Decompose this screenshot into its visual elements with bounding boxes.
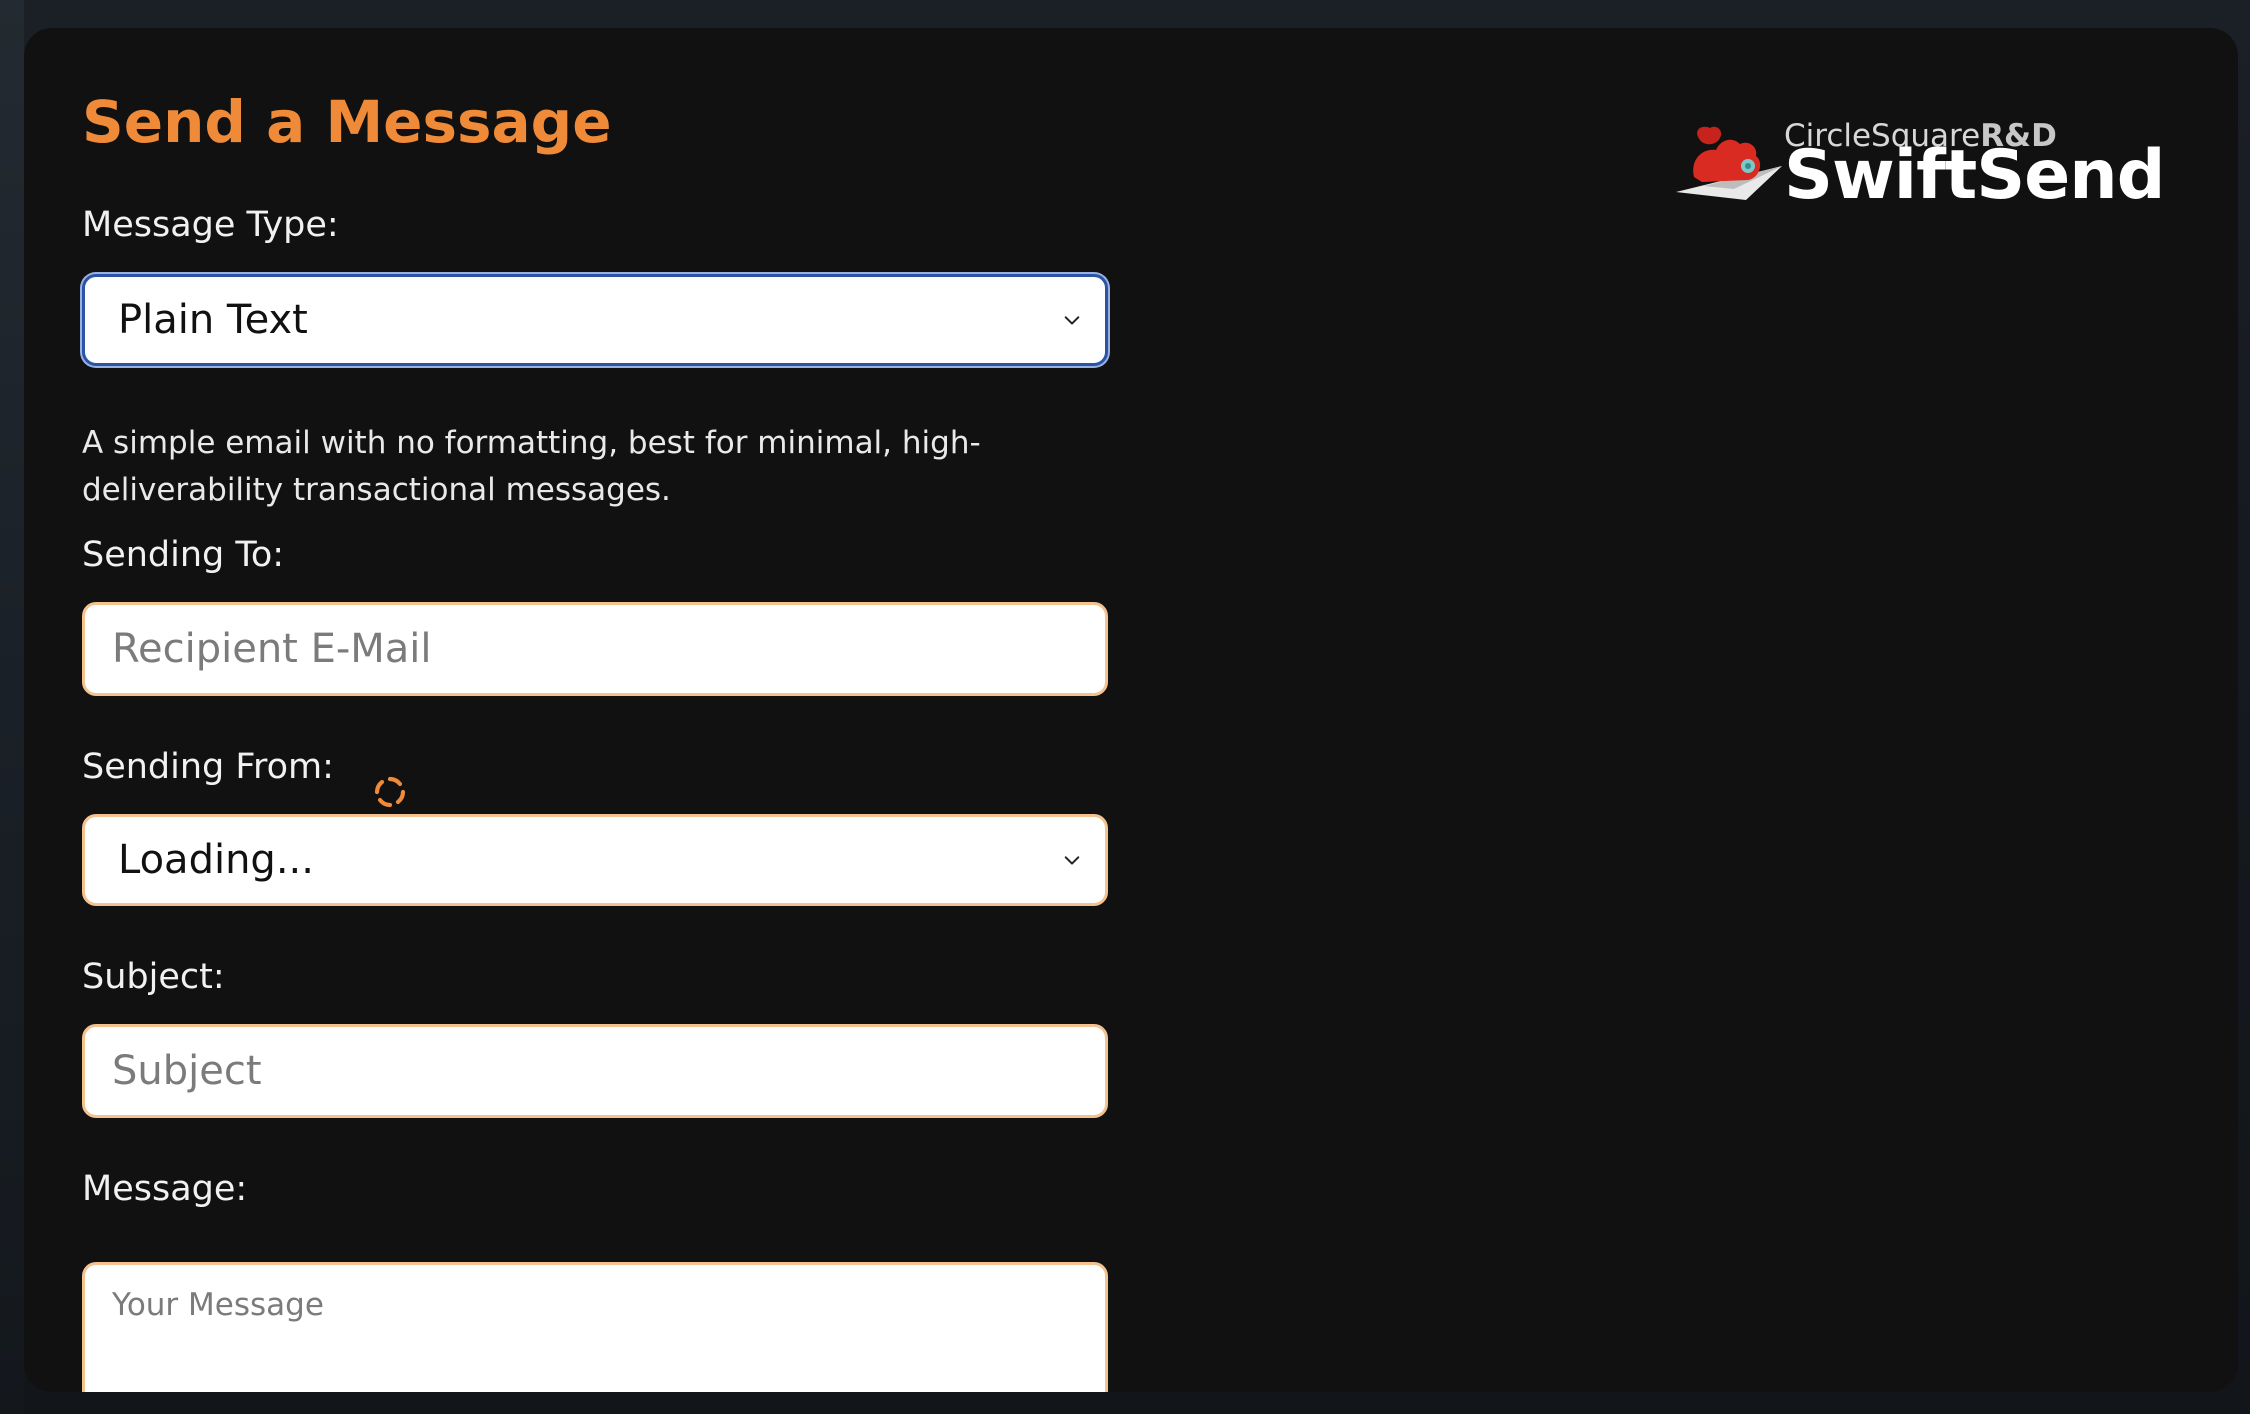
background-strip xyxy=(0,0,24,1414)
sending-to-label: Sending To: xyxy=(82,535,285,575)
message-textarea[interactable]: Your Message xyxy=(82,1262,1108,1392)
sending-from-select[interactable]: Loading... xyxy=(82,814,1108,906)
subject-field[interactable]: Subject xyxy=(82,1024,1108,1118)
recipient-email-field[interactable]: Recipient E-Mail xyxy=(82,602,1108,696)
chevron-down-icon xyxy=(1064,856,1080,865)
message-type-label: Message Type: xyxy=(82,205,339,245)
brand-product-name: SwiftSend xyxy=(1784,136,2165,215)
subject-placeholder: Subject xyxy=(112,1048,262,1094)
page-title: Send a Message xyxy=(82,88,612,156)
squirrel-paper-plane-icon xyxy=(1676,126,1782,200)
subject-label: Subject: xyxy=(82,957,225,997)
message-type-description: A simple email with no formatting, best … xyxy=(82,425,981,508)
message-type-select[interactable]: Plain Text xyxy=(82,274,1108,366)
message-placeholder: Your Message xyxy=(112,1287,324,1323)
send-message-panel: Send a Message CircleSquareR&D SwiftSend… xyxy=(24,28,2238,1392)
chevron-down-icon xyxy=(1064,316,1080,325)
message-type-selected-value: Plain Text xyxy=(118,297,308,343)
brand-logo: CircleSquareR&D SwiftSend xyxy=(1674,116,2219,211)
sending-from-label: Sending From: xyxy=(82,747,334,787)
loading-spinner-icon xyxy=(374,776,406,808)
recipient-email-placeholder: Recipient E-Mail xyxy=(112,626,432,672)
sending-from-selected-value: Loading... xyxy=(118,837,314,883)
message-label: Message: xyxy=(82,1169,248,1209)
